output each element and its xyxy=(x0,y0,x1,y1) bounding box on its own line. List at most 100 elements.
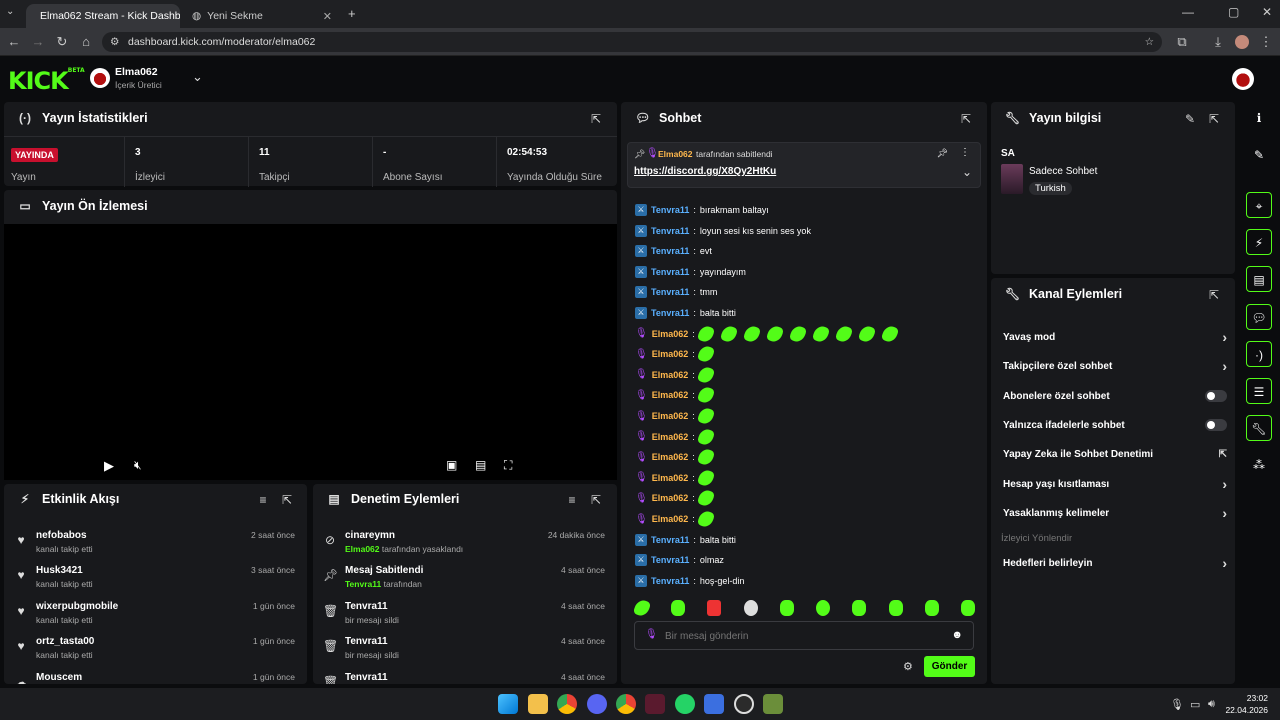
chat-username[interactable]: Tenvra11 xyxy=(651,287,689,297)
filter-icon[interactable]: ≡ xyxy=(565,493,579,507)
edit-icon[interactable]: ✎ xyxy=(1246,142,1272,168)
chat-message[interactable]: 🎙︎ Elma062: xyxy=(635,467,718,488)
chat-messages[interactable]: ⚔ Tenvra11: bırakmam baltayı ⚔ Tenvra11: loyu… xyxy=(621,188,987,588)
close-window-icon[interactable]: ✕ xyxy=(1262,5,1272,19)
chat-message[interactable]: ⚔ Tenvra11: balta bitti xyxy=(635,303,736,323)
obs-icon[interactable] xyxy=(734,694,754,714)
category-thumbnail[interactable] xyxy=(1001,164,1023,194)
chat-settings-icon[interactable]: ⚙ xyxy=(903,660,913,673)
info-icon[interactable]: ℹ xyxy=(1246,105,1272,131)
chat-message[interactable]: ⚔ Tenvra11: hoş-gel-din xyxy=(635,571,744,588)
chat-message[interactable]: 🎙︎ Elma062: xyxy=(635,323,902,344)
chat-message[interactable]: ⚔ Tenvra11: olmaz xyxy=(635,550,724,570)
chat-username[interactable]: Elma062 xyxy=(652,411,689,421)
action-set-targets[interactable]: Hedefleri belirleyin › xyxy=(1003,549,1227,577)
chat-username[interactable]: Tenvra11 xyxy=(651,576,689,586)
new-tab-icon[interactable]: + xyxy=(348,6,356,21)
chrome-icon[interactable] xyxy=(557,694,577,714)
chat-username[interactable]: Tenvra11 xyxy=(651,205,689,215)
address-input[interactable]: ⚙ dashboard.kick.com/moderator/elma062 ☆ xyxy=(102,32,1162,52)
chat-message-field[interactable] xyxy=(665,627,935,645)
bolt-icon[interactable]: ⚡︎ xyxy=(1246,229,1272,255)
back-icon[interactable]: ← xyxy=(6,34,22,50)
emote-icon[interactable] xyxy=(671,600,686,616)
emote-icon[interactable] xyxy=(743,600,758,616)
chat-message[interactable]: 🎙︎ Elma062: xyxy=(635,385,718,406)
popout-icon[interactable]: ⇱ xyxy=(589,112,603,126)
clock-date[interactable]: 22.04.2026 xyxy=(1225,705,1268,715)
site-info-icon[interactable]: ⚙ xyxy=(110,32,119,52)
tab-new-tab[interactable]: ◍ Yeni Sekme ✕ xyxy=(184,4,340,28)
popout-icon[interactable]: ⇱ xyxy=(1207,112,1221,126)
minimize-icon[interactable]: — xyxy=(1182,5,1194,19)
emote-icon[interactable] xyxy=(852,600,867,616)
chat-username[interactable]: Elma062 xyxy=(652,493,689,503)
maximize-icon[interactable]: ▢ xyxy=(1228,5,1239,19)
edit-icon[interactable]: ✎ xyxy=(1183,112,1197,126)
chat-message[interactable]: 🎙︎ Elma062: xyxy=(635,426,718,447)
chat-username[interactable]: Tenvra11 xyxy=(651,246,689,256)
chat-input[interactable]: 🎙︎ ☻ xyxy=(634,621,974,650)
chat-username[interactable]: Tenvra11 xyxy=(651,308,689,318)
tab-list-icon[interactable]: ⌄ xyxy=(6,6,14,17)
activity-username[interactable]: Mouscem xyxy=(36,672,82,683)
popout-icon[interactable]: ⇱ xyxy=(280,493,294,507)
network-icon[interactable]: ▭ xyxy=(1190,698,1200,711)
chat-message[interactable]: 🎙︎ Elma062: xyxy=(635,406,718,426)
emote-icon[interactable] xyxy=(707,600,722,616)
chat-message[interactable]: ⚔ Tenvra11: bırakmam baltayı xyxy=(635,200,769,220)
mini-player-icon[interactable]: ▣ xyxy=(446,458,457,472)
chat-username[interactable]: Elma062 xyxy=(652,514,689,524)
chat-bubble-icon[interactable]: 💬︎ xyxy=(1246,304,1272,330)
chat-username[interactable]: Elma062 xyxy=(652,432,689,442)
forward-icon[interactable]: → xyxy=(30,34,46,50)
microphone-icon[interactable]: 🎙︎ xyxy=(1170,698,1184,711)
clock-time[interactable]: 23:02 xyxy=(1247,693,1268,703)
chat-username[interactable]: Tenvra11 xyxy=(651,226,689,236)
moderation-target[interactable]: Tenvra11 xyxy=(345,601,388,612)
popout-icon[interactable]: ⇱ xyxy=(959,112,973,126)
minecraft-icon[interactable] xyxy=(763,694,783,714)
profile-avatar[interactable] xyxy=(1235,35,1249,49)
popout-icon[interactable]: ⇱ xyxy=(1207,288,1221,302)
action-followers-only[interactable]: Takipçilere özel sohbet › xyxy=(1003,352,1227,380)
clipboard-icon[interactable]: ▤ xyxy=(1246,266,1272,292)
chat-username[interactable]: Elma062 xyxy=(652,370,689,380)
mute-icon[interactable]: 🔇︎ xyxy=(134,458,142,473)
moderation-target[interactable]: Tenvra11 xyxy=(345,636,388,647)
chat-message[interactable]: ⚔ Tenvra11: balta bitti xyxy=(635,530,736,550)
chat-username[interactable]: Elma062 xyxy=(652,349,689,359)
chat-username[interactable]: Tenvra11 xyxy=(651,267,689,277)
activity-username[interactable]: wixerpubgmobile xyxy=(36,601,118,612)
volume-icon[interactable]: 🔊︎ xyxy=(1208,698,1215,711)
activity-username[interactable]: Husk3421 xyxy=(36,565,83,576)
file-explorer-icon[interactable] xyxy=(528,694,548,714)
unpin-icon[interactable]: 📌︎ xyxy=(937,148,948,159)
action-slow-mode[interactable]: Yavaş mod › xyxy=(1003,323,1227,351)
fullscreen-icon[interactable]: ⛶ xyxy=(504,458,512,473)
emote-icon[interactable] xyxy=(888,600,903,616)
download-icon[interactable]: ⤓ xyxy=(1210,34,1226,50)
channel-switch-chevron-icon[interactable]: ⌄ xyxy=(192,69,203,85)
chat-username[interactable]: Elma062 xyxy=(652,329,689,339)
send-button[interactable]: Gönder xyxy=(924,656,975,677)
moderation-target[interactable]: Mesaj Sabitlendi xyxy=(345,565,423,576)
close-tab-icon[interactable]: ✕ xyxy=(323,10,332,23)
chat-message[interactable]: 🎙︎ Elma062: xyxy=(635,344,718,365)
more-options-icon[interactable]: ⋮ xyxy=(960,147,970,158)
emote-icon[interactable] xyxy=(924,600,939,616)
subscribers-only-toggle[interactable] xyxy=(1205,390,1227,402)
action-banned-words[interactable]: Yasaklanmış kelimeler › xyxy=(1003,499,1227,527)
wrench-icon[interactable]: 🔧︎ xyxy=(1246,415,1272,441)
chat-message[interactable]: ⚔ Tenvra11: tmm xyxy=(635,282,717,302)
filter-icon[interactable]: ≡ xyxy=(256,493,270,507)
whatsapp-icon[interactable] xyxy=(675,694,695,714)
video-player[interactable] xyxy=(4,224,617,480)
list-icon[interactable]: ☰ xyxy=(1246,378,1272,404)
user-avatar[interactable] xyxy=(1232,68,1254,90)
extensions-icon[interactable]: ⧉ xyxy=(1174,34,1190,50)
app-icon[interactable] xyxy=(704,694,724,714)
reload-icon[interactable]: ↻ xyxy=(54,34,70,50)
emote-icon[interactable] xyxy=(960,600,975,616)
chat-message[interactable]: 🎙︎ Elma062: xyxy=(635,447,718,468)
